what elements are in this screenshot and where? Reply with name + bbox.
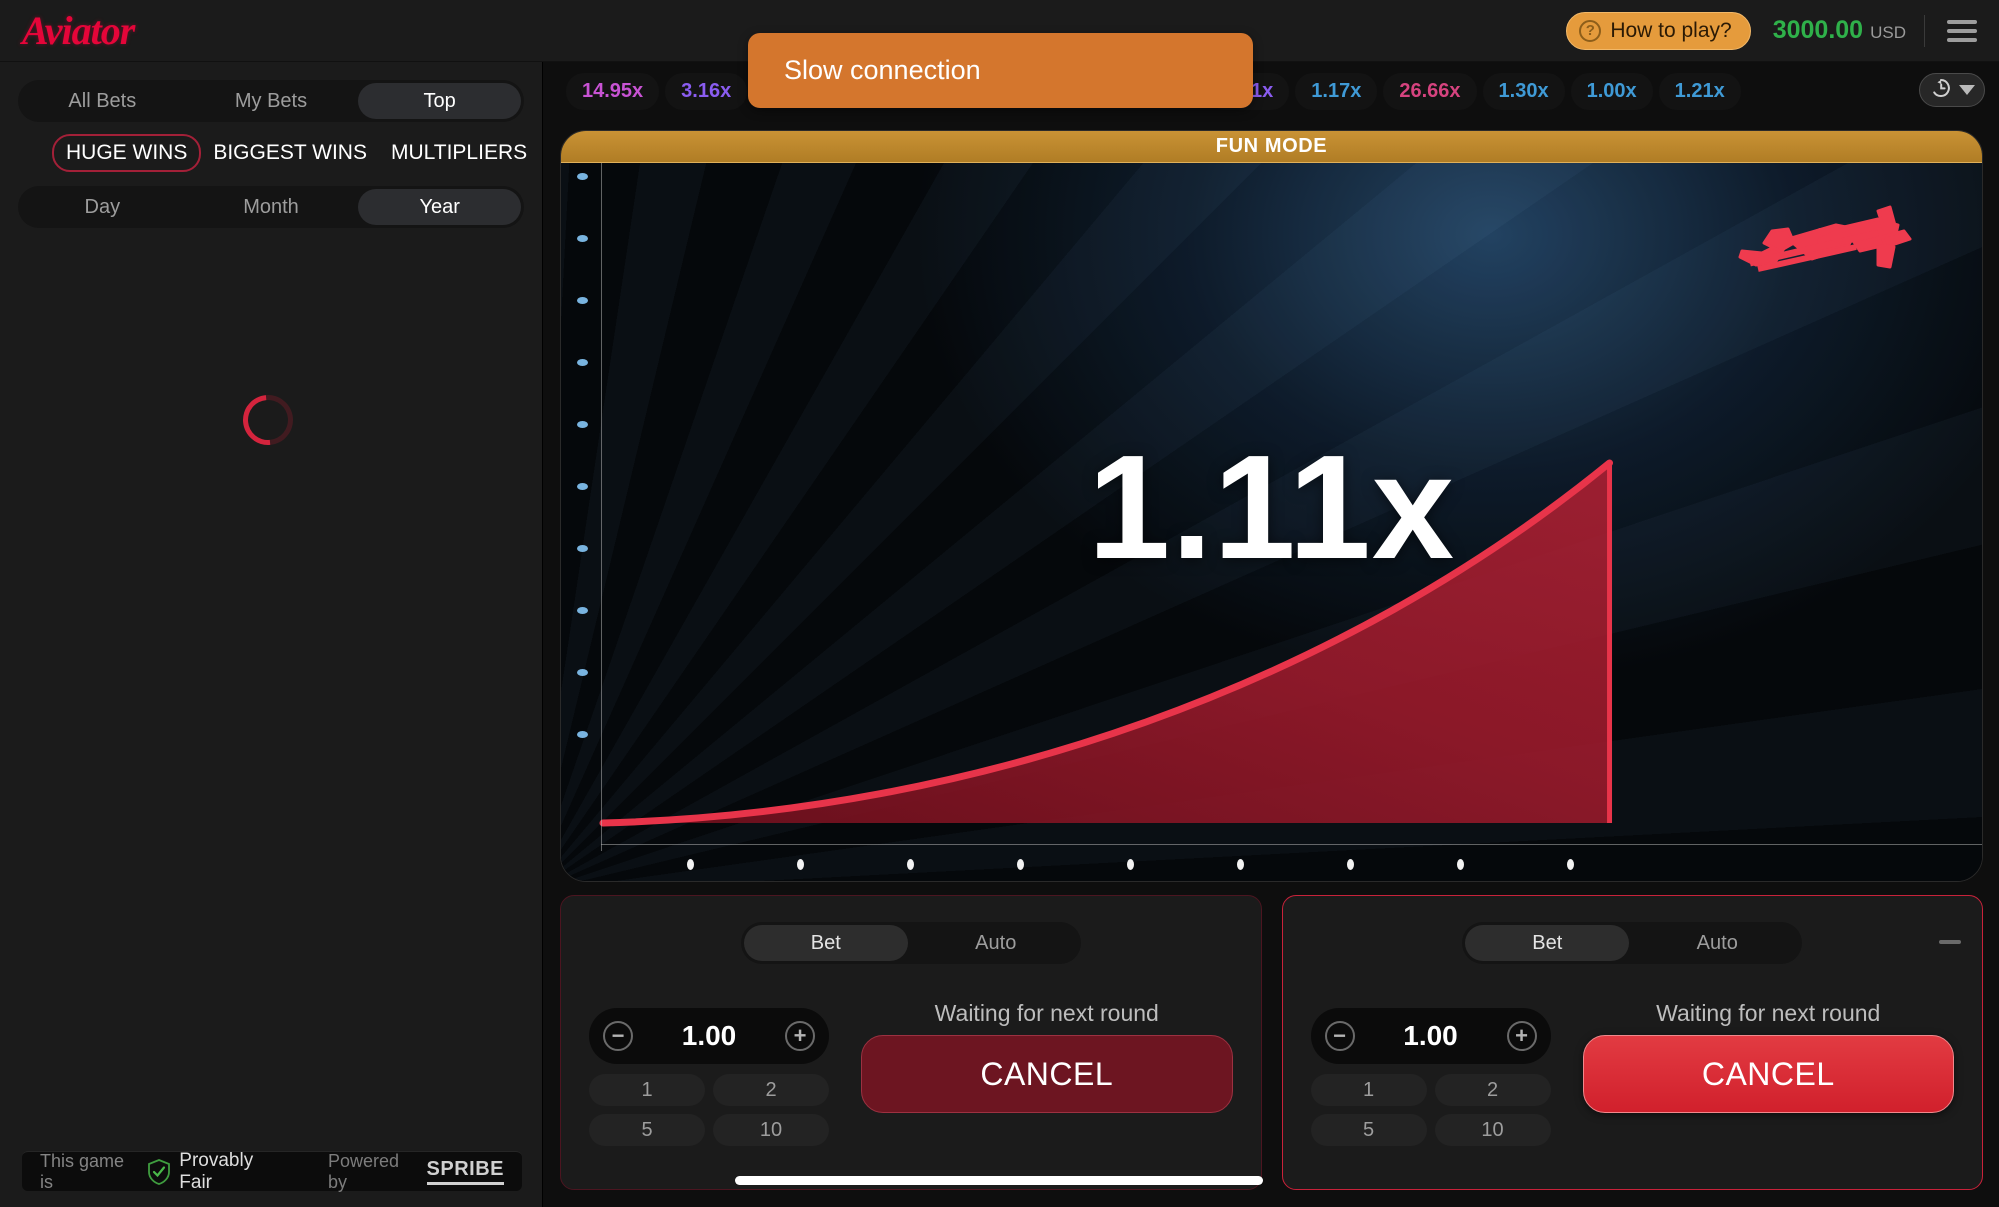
shield-check-icon xyxy=(147,1158,171,1185)
flight-chart: 1.11x xyxy=(561,163,1982,881)
aviator-app: Aviator ? How to play? 3000.00 USD All B… xyxy=(0,0,1999,1207)
quick-amount-button[interactable]: 5 xyxy=(589,1114,705,1146)
quick-amount-button[interactable]: 1 xyxy=(589,1074,705,1106)
quick-amounts-right: 1 2 5 10 xyxy=(1310,1074,1551,1146)
spribe-logo[interactable]: SPRIBE xyxy=(426,1158,505,1185)
hamburger-menu-icon[interactable] xyxy=(1943,16,1981,46)
cancel-button-right[interactable]: CANCEL xyxy=(1582,1035,1954,1113)
app-logo: Aviator xyxy=(22,8,135,53)
footer-prefix: This game is xyxy=(40,1150,125,1192)
subtab-huge-wins[interactable]: HUGE WINS xyxy=(52,134,202,172)
provably-fair-label[interactable]: Provably Fair xyxy=(179,1150,286,1194)
history-chip[interactable]: 14.95x xyxy=(566,72,660,110)
cancel-button-left[interactable]: CANCEL xyxy=(861,1035,1233,1113)
period-tab-group: Day Month Year xyxy=(18,186,524,228)
history-clock-icon xyxy=(1929,76,1953,105)
left-sidebar: All Bets My Bets Top HUGE WINS BIGGEST W… xyxy=(0,62,543,1207)
action-area-left: Waiting for next round CANCEL xyxy=(861,1000,1233,1113)
footer-bar: This game is Provably Fair Powered by SP… xyxy=(22,1150,522,1194)
stake-stepper-right: − 1.00 + xyxy=(1310,1008,1551,1064)
minus-circle-icon[interactable]: − xyxy=(1324,1021,1355,1051)
tab-auto-left[interactable]: Auto xyxy=(914,925,1078,961)
tab-auto-right[interactable]: Auto xyxy=(1635,925,1799,961)
tab-month[interactable]: Month xyxy=(190,189,353,225)
history-chip[interactable]: 1.21x xyxy=(1658,72,1741,110)
top-bar-divider xyxy=(1924,14,1925,47)
tab-all-bets[interactable]: All Bets xyxy=(21,83,184,119)
stake-value-right[interactable]: 1.00 xyxy=(1403,1020,1458,1052)
quick-amounts-left: 1 2 5 10 xyxy=(589,1074,829,1146)
minus-circle-icon[interactable]: − xyxy=(603,1021,633,1051)
action-area-right: Waiting for next round CANCEL xyxy=(1582,1000,1954,1113)
status-text-right: Waiting for next round xyxy=(1656,1000,1881,1026)
balance-currency: USD xyxy=(1870,23,1906,42)
loading-spinner-icon xyxy=(232,384,304,456)
plus-circle-icon[interactable]: + xyxy=(1506,1021,1537,1051)
balance-display: 3000.00 USD xyxy=(1773,16,1906,45)
chevron-down-icon xyxy=(1959,85,1975,95)
top-bar-right: ? How to play? 3000.00 USD xyxy=(1566,11,1999,50)
history-chip[interactable]: 26.66x xyxy=(1383,72,1477,110)
slow-connection-toast: Slow connection xyxy=(748,33,1253,108)
stake-value-left[interactable]: 1.00 xyxy=(682,1020,737,1052)
quick-amount-button[interactable]: 10 xyxy=(1434,1114,1551,1146)
game-canvas-area: FUN MODE 1.11x xyxy=(560,130,1983,882)
quick-amount-button[interactable]: 5 xyxy=(1310,1114,1427,1146)
tab-day[interactable]: Day xyxy=(21,189,184,225)
plus-circle-icon[interactable]: + xyxy=(785,1021,815,1051)
powered-by-label: Powered by xyxy=(327,1150,399,1192)
toast-message: Slow connection xyxy=(784,55,981,85)
quick-amount-button[interactable]: 2 xyxy=(713,1074,829,1106)
stake-control-right: − 1.00 + 1 2 5 10 xyxy=(1310,1008,1551,1146)
horizontal-scrollbar[interactable] xyxy=(735,1176,1263,1185)
fun-mode-banner: FUN MODE xyxy=(561,131,1982,163)
subtab-multipliers[interactable]: MULTIPLIERS xyxy=(379,135,539,171)
bet-panels: Bet Auto − 1.00 + 1 2 5 10 Waiting for n… xyxy=(560,895,1983,1190)
history-chip[interactable]: 3.16x xyxy=(665,72,748,110)
history-chip[interactable]: 1.17x xyxy=(1295,72,1378,110)
airplane-icon xyxy=(1728,203,1958,318)
tab-bet-left[interactable]: Bet xyxy=(743,925,908,961)
tab-top[interactable]: Top xyxy=(358,83,522,119)
bet-panel-right: Bet Auto − 1.00 + 1 2 5 10 Waiting for n… xyxy=(1281,895,1983,1190)
bet-mode-tabs-right: Bet Auto xyxy=(1462,922,1803,964)
stake-stepper-left: − 1.00 + xyxy=(589,1008,829,1064)
bet-mode-tabs-left: Bet Auto xyxy=(740,922,1081,964)
bets-tab-group: All Bets My Bets Top xyxy=(18,80,524,122)
question-mark-icon: ? xyxy=(1579,19,1602,42)
quick-amount-button[interactable]: 1 xyxy=(1310,1074,1427,1106)
subtab-biggest-wins[interactable]: BIGGEST WINS xyxy=(201,135,379,171)
how-to-play-button[interactable]: ? How to play? xyxy=(1566,11,1751,50)
how-to-play-label: How to play? xyxy=(1610,18,1732,42)
bet-panel-left: Bet Auto − 1.00 + 1 2 5 10 Waiting for n… xyxy=(560,895,1262,1190)
history-chip[interactable]: 1.30x xyxy=(1482,72,1565,110)
tab-bet-right[interactable]: Bet xyxy=(1465,925,1630,961)
status-text-left: Waiting for next round xyxy=(934,1000,1159,1026)
minimize-icon[interactable] xyxy=(1934,932,1966,952)
tab-year[interactable]: Year xyxy=(358,189,522,225)
top-subtab-group: HUGE WINS BIGGEST WINS MULTIPLIERS xyxy=(52,134,542,172)
quick-amount-button[interactable]: 2 xyxy=(1434,1074,1551,1106)
history-toggle-button[interactable] xyxy=(1919,73,1985,107)
tab-my-bets[interactable]: My Bets xyxy=(190,83,353,119)
balance-amount: 3000.00 xyxy=(1772,16,1864,44)
stake-control-left: − 1.00 + 1 2 5 10 xyxy=(589,1008,829,1146)
history-chip[interactable]: 1.00x xyxy=(1570,72,1653,110)
quick-amount-button[interactable]: 10 xyxy=(713,1114,829,1146)
